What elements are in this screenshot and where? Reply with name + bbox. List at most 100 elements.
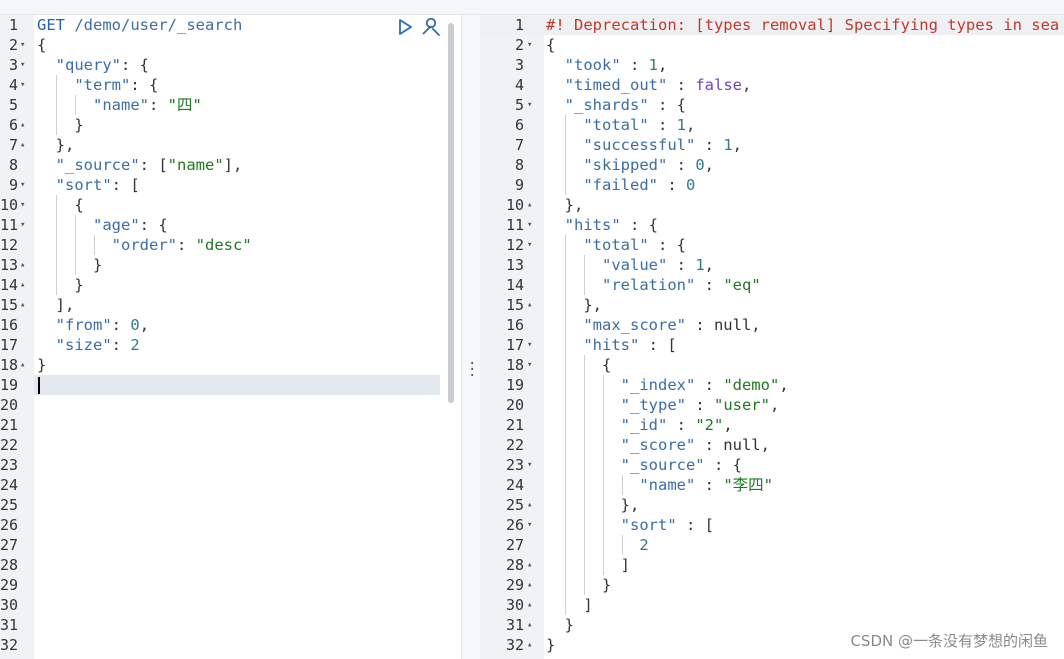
unfold-toggle-icon[interactable]: ▴ (20, 355, 25, 375)
line-number: 2 (8, 36, 18, 54)
drag-handle-icon[interactable]: · · · (468, 357, 476, 383)
line-number: 3 (8, 56, 18, 74)
wrench-icon[interactable] (420, 17, 442, 37)
line-number: 17 (505, 336, 524, 354)
token: : (695, 376, 724, 394)
unfold-toggle-icon[interactable]: ▴ (527, 495, 532, 515)
token: "size" (55, 336, 112, 354)
token: : (685, 396, 714, 414)
token: "name" (167, 156, 224, 174)
unfold-toggle-icon[interactable]: ▴ (20, 275, 25, 295)
fold-toggle-icon[interactable]: ▾ (527, 355, 532, 375)
line-code: "query": { (37, 55, 149, 75)
token: "desc" (195, 236, 252, 254)
unfold-toggle-icon[interactable]: ▴ (527, 595, 532, 615)
token: }, (546, 296, 602, 314)
fold-toggle-icon[interactable]: ▾ (527, 35, 532, 55)
token: , (658, 56, 668, 74)
line-number: 15 (505, 296, 524, 314)
line-number: 32 (0, 636, 19, 654)
unfold-toggle-icon[interactable]: ▴ (527, 555, 532, 575)
unfold-toggle-icon[interactable]: ▴ (20, 115, 25, 135)
fold-toggle-icon[interactable]: ▾ (527, 455, 532, 475)
pane-resizer[interactable]: · · · (461, 15, 481, 659)
line-code: }, (546, 195, 584, 215)
fold-toggle-icon[interactable]: ▾ (527, 515, 532, 535)
token: : (149, 96, 168, 114)
token: } (546, 616, 574, 634)
line-code: "relation" : "eq" (546, 275, 761, 295)
token: : { (648, 236, 686, 254)
token: , (779, 376, 789, 394)
token: "四" (167, 96, 202, 114)
fold-toggle-icon[interactable]: ▾ (20, 75, 25, 95)
line-number: 15 (0, 296, 19, 314)
request-editor[interactable]: 1 GET /demo/user/_search 2 ▾{3 ▾ "query": {4… (0, 15, 460, 659)
line-number: 26 (0, 516, 19, 534)
play-icon[interactable] (396, 18, 414, 36)
line-code: GET /demo/user/_search (37, 15, 242, 35)
line-number: 29 (0, 576, 19, 594)
token: : (695, 476, 724, 494)
line-number: 25 (505, 496, 524, 514)
token: : { (704, 456, 742, 474)
unfold-toggle-icon[interactable]: ▴ (20, 255, 25, 275)
unfold-toggle-icon[interactable]: ▴ (527, 635, 532, 655)
unfold-toggle-icon[interactable]: ▴ (527, 195, 532, 215)
token: 0 (685, 176, 696, 194)
line-code: }, (546, 495, 640, 515)
token: } (546, 636, 556, 654)
line-number: 5 (8, 96, 18, 114)
unfold-toggle-icon[interactable]: ▴ (20, 295, 25, 315)
token: 1 (676, 116, 686, 134)
unfold-toggle-icon[interactable]: ▴ (527, 615, 532, 635)
token: "value" (602, 256, 668, 274)
token: "_source" (620, 456, 705, 474)
fold-toggle-icon[interactable]: ▾ (20, 175, 25, 195)
unfold-toggle-icon[interactable]: ▴ (527, 575, 532, 595)
fold-toggle-icon[interactable]: ▾ (527, 215, 532, 235)
fold-toggle-icon[interactable]: ▾ (20, 195, 25, 215)
line-code: "total" : 1, (546, 115, 695, 135)
line-number: 3 (514, 56, 524, 74)
token: } (37, 356, 47, 374)
line-number: 6 (514, 116, 524, 134)
line-code: } (37, 115, 83, 135)
top-strip (0, 0, 1064, 15)
line-number: 16 (505, 316, 524, 334)
line-code: "failed" : 0 (546, 175, 695, 195)
indent-guide (622, 475, 623, 495)
token: "age" (93, 216, 140, 234)
watermark: CSDN @一条没有梦想的闲鱼 (850, 632, 1048, 650)
token: : (648, 116, 677, 134)
fold-toggle-icon[interactable]: ▾ (20, 215, 25, 235)
fold-toggle-icon[interactable]: ▾ (527, 235, 532, 255)
fold-toggle-icon[interactable]: ▾ (20, 35, 25, 55)
line-code: "sort" : [ (546, 515, 714, 535)
line-code: } (546, 635, 555, 655)
line-number: 19 (505, 376, 524, 394)
token: "order" (111, 236, 177, 254)
text-cursor (38, 377, 40, 394)
unfold-toggle-icon[interactable]: ▴ (527, 295, 532, 315)
request-scrollbar[interactable] (448, 23, 454, 403)
line-code: "successful" : 1, (546, 135, 742, 155)
indent-guide (603, 375, 604, 575)
token: , (742, 76, 752, 94)
active-line-highlight (34, 375, 440, 395)
line-number: 21 (505, 416, 524, 434)
line-number: 10 (0, 196, 19, 214)
fold-toggle-icon[interactable]: ▾ (527, 335, 532, 355)
response-viewer[interactable]: 1 #! Deprecation: [types removal] Specify… (480, 15, 1064, 659)
line-number: 6 (8, 116, 18, 134)
line-code: 2 (546, 535, 648, 555)
line-code: "value" : 1, (546, 255, 714, 275)
unfold-toggle-icon[interactable]: ▴ (20, 135, 25, 155)
fold-toggle-icon[interactable]: ▾ (20, 55, 25, 75)
token: : (620, 56, 649, 74)
line-code: "_type" : "user", (546, 395, 780, 415)
line-number: 8 (514, 156, 524, 174)
fold-toggle-icon[interactable]: ▾ (527, 95, 532, 115)
